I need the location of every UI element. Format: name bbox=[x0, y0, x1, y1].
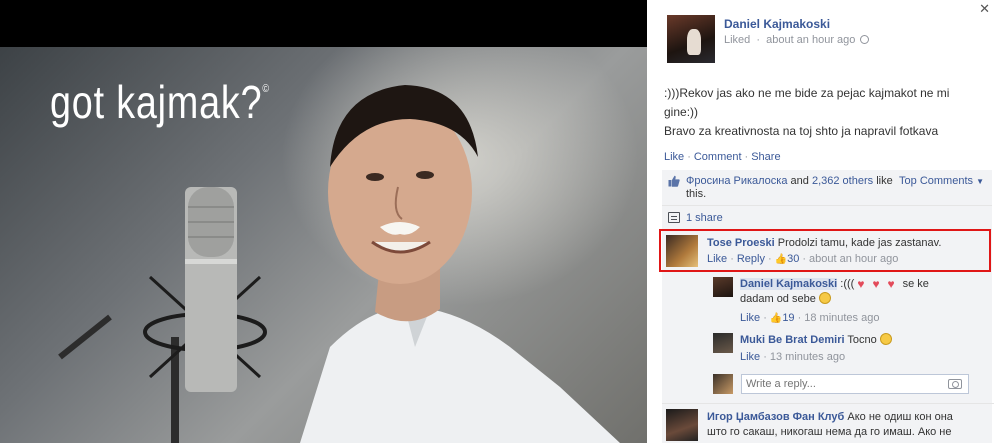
comment-time: 13 minutes ago bbox=[769, 351, 846, 363]
post-text-line: Bravo za kreativnosta na toj shto ja nap… bbox=[664, 124, 939, 138]
thumbs-up-icon bbox=[668, 175, 680, 187]
reply-composer[interactable] bbox=[741, 374, 969, 394]
photo-viewer[interactable]: got kajmak?© bbox=[0, 0, 647, 443]
post-text-line: gine:)) bbox=[664, 105, 699, 119]
post-photo[interactable]: got kajmak?© bbox=[0, 47, 647, 443]
camera-icon[interactable] bbox=[948, 379, 962, 389]
top-comments-dropdown[interactable]: Top Comments ▼ bbox=[899, 175, 984, 187]
commenter-name[interactable]: Daniel Kajmakoski bbox=[740, 278, 838, 290]
liked-label: Liked bbox=[724, 34, 751, 46]
chevron-down-icon: ▼ bbox=[976, 177, 984, 186]
comment-item: Игор Џамбазов Фан Клуб Ако не одиш кон о… bbox=[666, 409, 986, 443]
comment-text: Prodolzi tamu, kade jas zastanav. bbox=[777, 237, 942, 249]
like-button[interactable]: Like bbox=[664, 151, 684, 163]
shares-summary: 1 share bbox=[662, 207, 992, 230]
commenter-name[interactable]: Tose Proeski bbox=[707, 237, 775, 249]
comment-like-button[interactable]: Like bbox=[740, 312, 760, 324]
commenter-name[interactable]: Muki Be Brat Demiri bbox=[740, 334, 845, 346]
others-link[interactable]: 2,362 others bbox=[812, 175, 873, 187]
commenter-avatar[interactable] bbox=[666, 235, 698, 267]
smiley-icon bbox=[818, 292, 831, 304]
likes-summary: Фросина Рикалоска and 2,362 others like … bbox=[662, 170, 992, 206]
globe-icon[interactable] bbox=[860, 35, 870, 44]
comment-likes-count[interactable]: 👍19 bbox=[770, 312, 795, 324]
post-meta: Liked · about an hour ago bbox=[724, 34, 870, 46]
commenter-avatar[interactable] bbox=[713, 277, 733, 297]
likes-text: Фросина Рикалоска and 2,362 others like … bbox=[686, 175, 893, 200]
comment-like-button[interactable]: Like bbox=[707, 253, 727, 265]
commenter-name[interactable]: Игор Џамбазов Фан Клуб bbox=[707, 411, 844, 423]
share-button[interactable]: Share bbox=[751, 151, 780, 163]
first-liker-link[interactable]: Фросина Рикалоска bbox=[686, 175, 787, 187]
reply-input[interactable] bbox=[742, 375, 932, 393]
heart-icon: ♥ bbox=[857, 277, 865, 291]
post-actions: Like · Comment · Share bbox=[664, 151, 781, 163]
comment-reply-button[interactable]: Reply bbox=[737, 253, 765, 265]
thumbs-up-icon: 👍 bbox=[769, 313, 783, 324]
post-timestamp[interactable]: about an hour ago bbox=[766, 34, 855, 46]
smiley-icon bbox=[879, 333, 892, 345]
share-icon bbox=[668, 212, 680, 223]
reply-item: Daniel Kajmakoski :((( ♥ ♥ ♥ se ke dadam… bbox=[713, 277, 983, 324]
commenter-avatar[interactable] bbox=[666, 409, 698, 441]
comment-time: 18 minutes ago bbox=[804, 312, 880, 324]
viewer-avatar bbox=[713, 374, 733, 394]
author-name[interactable]: Daniel Kajmakoski bbox=[724, 17, 830, 31]
close-icon[interactable]: ✕ bbox=[979, 1, 990, 17]
thumbs-up-icon: 👍 bbox=[774, 254, 788, 265]
comment-time: about an hour ago bbox=[809, 253, 899, 265]
comment-likes-count[interactable]: 👍30 bbox=[775, 253, 800, 265]
heart-icon: ♥ bbox=[872, 277, 880, 291]
shares-link[interactable]: 1 share bbox=[686, 212, 723, 224]
post-text: :)))Rekov jas ako ne me bide za pejac ka… bbox=[664, 84, 984, 141]
divider bbox=[662, 403, 994, 404]
reply-item: Muki Be Brat Demiri Tocno Like · 13 minute… bbox=[713, 333, 983, 367]
photo-caption: got kajmak?© bbox=[50, 76, 270, 128]
comment-button[interactable]: Comment bbox=[694, 151, 742, 163]
heart-icon: ♥ bbox=[887, 277, 895, 291]
author-avatar[interactable] bbox=[667, 15, 715, 63]
post-text-line: :)))Rekov jas ako ne me bide za pejac ka… bbox=[664, 86, 950, 100]
comment-item: Tose Proeski Prodolzi tamu, kade jas zas… bbox=[666, 235, 986, 269]
comment-like-button[interactable]: Like bbox=[740, 351, 760, 363]
commenter-avatar[interactable] bbox=[713, 333, 733, 353]
